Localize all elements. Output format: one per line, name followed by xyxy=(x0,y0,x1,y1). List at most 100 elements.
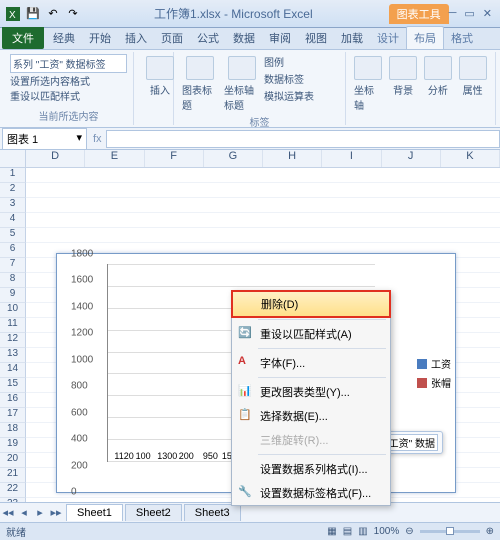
row-header[interactable]: 11 xyxy=(0,318,26,333)
zoom-in-btn[interactable]: ⊕ xyxy=(486,526,494,537)
close-icon[interactable]: ✕ xyxy=(483,7,492,20)
row-header[interactable]: 5 xyxy=(0,228,26,243)
row-header[interactable]: 9 xyxy=(0,288,26,303)
col-header[interactable]: G xyxy=(204,150,263,167)
status-text: 就绪 xyxy=(6,524,26,539)
col-header[interactable]: D xyxy=(26,150,85,167)
format-selection-btn[interactable]: 设置所选内容格式 xyxy=(10,73,127,88)
row-header[interactable]: 6 xyxy=(0,243,26,258)
data-label[interactable]: 100 xyxy=(135,451,152,461)
tab-home[interactable]: 开始 xyxy=(82,27,118,49)
y-tick-label: 200 xyxy=(71,460,88,471)
data-label[interactable]: 950 xyxy=(202,451,219,461)
row-header[interactable]: 22 xyxy=(0,483,26,498)
menu-delete[interactable]: 删除(D) xyxy=(231,290,391,318)
minimize-icon[interactable]: ─ xyxy=(449,7,457,20)
undo-icon[interactable]: ↶ xyxy=(44,5,62,23)
props-btn[interactable]: 属性 xyxy=(456,54,489,114)
save-icon[interactable]: 💾 xyxy=(24,5,42,23)
embedded-chart[interactable]: 112010013002009501505501808002001340210 … xyxy=(56,253,456,493)
fx-icon[interactable]: fx xyxy=(89,133,106,145)
file-tab[interactable]: 文件 xyxy=(2,27,44,49)
tab-formula[interactable]: 公式 xyxy=(190,27,226,49)
row-header[interactable]: 4 xyxy=(0,213,26,228)
sheet-tab[interactable]: Sheet2 xyxy=(125,504,182,521)
menu-reset-style[interactable]: 🔄重设以匹配样式(A) xyxy=(232,322,390,346)
menu-change-chart-type[interactable]: 📊更改图表类型(Y)... xyxy=(232,380,390,404)
chart-title-btn[interactable]: 图表标题 xyxy=(180,54,220,114)
tab-page[interactable]: 页面 xyxy=(154,27,190,49)
data-labels-btn[interactable]: 数据标签 xyxy=(264,71,314,86)
restore-icon[interactable]: ▭ xyxy=(464,7,474,20)
legend-btn[interactable]: 图例 xyxy=(264,54,314,69)
tab-classic[interactable]: 经典 xyxy=(46,27,82,49)
bg-btn[interactable]: 背景 xyxy=(387,54,420,114)
zoom-out-btn[interactable]: ⊖ xyxy=(405,526,413,537)
sheet-tab[interactable]: Sheet1 xyxy=(66,504,123,521)
next-sheet-btn[interactable]: ▸ xyxy=(32,506,48,519)
row-header[interactable]: 18 xyxy=(0,423,26,438)
menu-font[interactable]: A字体(F)... xyxy=(232,351,390,375)
col-header[interactable]: H xyxy=(263,150,322,167)
view-page-icon[interactable]: ▤ xyxy=(343,526,352,537)
name-box[interactable]: 图表 1▾ xyxy=(2,128,87,150)
row-header[interactable]: 3 xyxy=(0,198,26,213)
data-label[interactable]: 1120 xyxy=(113,451,134,461)
row-header[interactable]: 15 xyxy=(0,378,26,393)
redo-icon[interactable]: ↷ xyxy=(64,5,82,23)
zoom-level[interactable]: 100% xyxy=(374,526,400,537)
selection-dropdown[interactable]: 系列 "工资" 数据标签 xyxy=(10,54,127,73)
legend-item: 工资 xyxy=(417,356,451,371)
first-sheet-btn[interactable]: ◂◂ xyxy=(0,506,16,519)
axis-btn[interactable]: 坐标轴 xyxy=(352,54,385,114)
col-header[interactable]: E xyxy=(85,150,144,167)
sim-table-btn[interactable]: 模拟运算表 xyxy=(264,88,314,103)
menu-label-format[interactable]: 🔧设置数据标签格式(F)... xyxy=(232,481,390,505)
col-header[interactable]: K xyxy=(441,150,500,167)
row-header[interactable]: 14 xyxy=(0,363,26,378)
row-header[interactable]: 10 xyxy=(0,303,26,318)
data-label[interactable]: 200 xyxy=(178,451,195,461)
col-header[interactable]: F xyxy=(145,150,204,167)
zoom-slider[interactable] xyxy=(420,530,480,533)
menu-select-data[interactable]: 📋选择数据(E)... xyxy=(232,404,390,428)
tab-layout[interactable]: 布局 xyxy=(406,26,444,49)
tab-data[interactable]: 数据 xyxy=(226,27,262,49)
chevron-down-icon[interactable]: ▾ xyxy=(76,131,82,147)
tab-addins[interactable]: 加载 xyxy=(334,27,370,49)
cells-area[interactable]: 112010013002009501505501808002001340210 … xyxy=(26,168,500,513)
row-header[interactable]: 17 xyxy=(0,408,26,423)
chart-legend[interactable]: 工资 张帽 xyxy=(417,352,451,394)
axis-title-btn[interactable]: 坐标轴标题 xyxy=(222,54,262,114)
view-break-icon[interactable]: ▥ xyxy=(358,526,367,537)
row-header[interactable]: 16 xyxy=(0,393,26,408)
row-header[interactable]: 7 xyxy=(0,258,26,273)
tab-view[interactable]: 视图 xyxy=(298,27,334,49)
tab-design[interactable]: 设计 xyxy=(370,27,406,49)
tab-format[interactable]: 格式 xyxy=(444,27,480,49)
excel-icon[interactable]: X xyxy=(4,5,22,23)
row-header[interactable]: 12 xyxy=(0,333,26,348)
reset-style-btn[interactable]: 重设以匹配样式 xyxy=(10,88,127,103)
col-header[interactable]: I xyxy=(322,150,381,167)
formula-input[interactable] xyxy=(106,130,500,148)
row-header[interactable]: 13 xyxy=(0,348,26,363)
sheet-tab[interactable]: Sheet3 xyxy=(184,504,241,521)
view-normal-icon[interactable]: ▦ xyxy=(327,526,336,537)
row-header[interactable]: 1 xyxy=(0,168,26,183)
row-header[interactable]: 2 xyxy=(0,183,26,198)
menu-series-format[interactable]: 设置数据系列格式(I)... xyxy=(232,457,390,481)
tab-insert[interactable]: 插入 xyxy=(118,27,154,49)
group-title: 当前所选内容 xyxy=(10,108,127,123)
col-header[interactable]: J xyxy=(382,150,441,167)
row-header[interactable]: 8 xyxy=(0,273,26,288)
analysis-btn[interactable]: 分析 xyxy=(422,54,455,114)
row-header[interactable]: 20 xyxy=(0,453,26,468)
prev-sheet-btn[interactable]: ◂ xyxy=(16,506,32,519)
tab-review[interactable]: 审阅 xyxy=(262,27,298,49)
last-sheet-btn[interactable]: ▸▸ xyxy=(48,506,64,519)
row-header[interactable]: 21 xyxy=(0,468,26,483)
data-label[interactable]: 1300 xyxy=(156,451,178,461)
select-all-corner[interactable] xyxy=(0,150,26,167)
row-header[interactable]: 19 xyxy=(0,438,26,453)
